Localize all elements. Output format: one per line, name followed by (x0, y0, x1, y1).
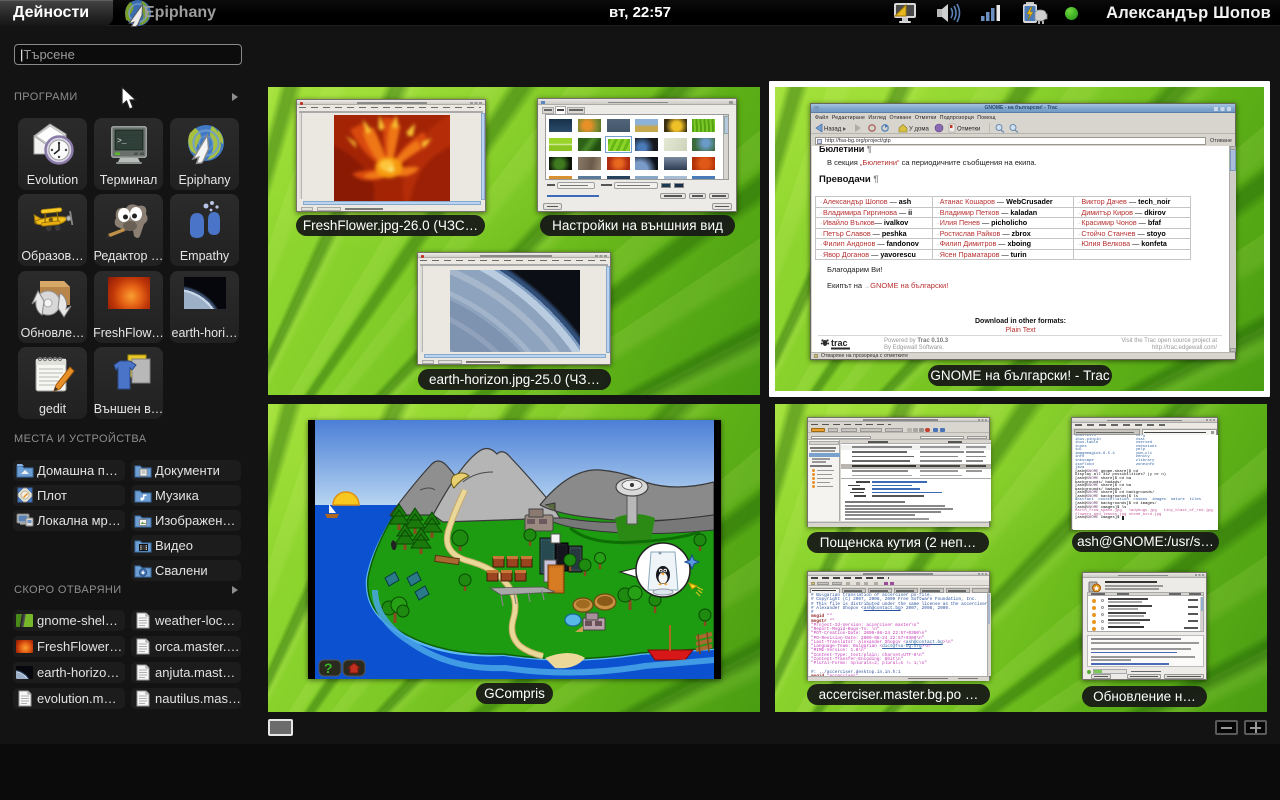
svg-text:У дома: У дома (909, 127, 929, 133)
svg-text:Назад: Назад (824, 127, 842, 133)
svg-text:Отметки: Отметки (957, 127, 980, 133)
svg-text:>_: >_ (117, 137, 127, 146)
svg-text:trac: trac (831, 338, 848, 348)
svg-text:?: ? (324, 660, 333, 676)
